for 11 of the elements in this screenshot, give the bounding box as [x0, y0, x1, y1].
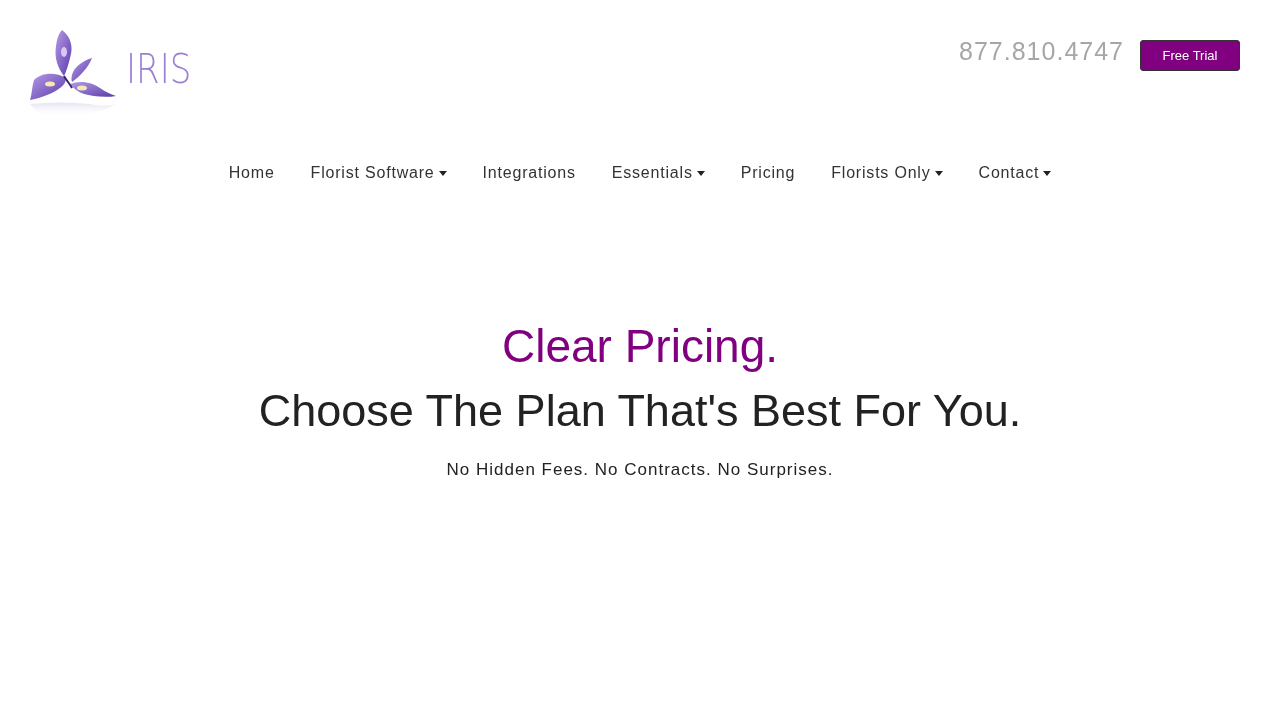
nav-link[interactable]: Pricing [722, 155, 814, 191]
nav-dropdown-link[interactable]: Florists Only [813, 155, 961, 191]
nav-dropdown-link[interactable]: Essentials [593, 155, 723, 191]
logo-text: IRIS [126, 49, 192, 89]
nav-dropdown-link[interactable]: Florist Software [292, 155, 465, 191]
nav-dropdown-link[interactable]: Contact [960, 155, 1070, 191]
nav-link[interactable]: Home [210, 155, 293, 191]
nav-link[interactable]: Integrations [464, 155, 594, 191]
hero-heading: Choose The Plan That's Best For You. [258, 388, 1022, 433]
hero-tagline: No Hidden Fees. No Contracts. No Surprises. [446, 459, 834, 481]
free-trial-button[interactable]: Free Trial [1140, 40, 1240, 71]
